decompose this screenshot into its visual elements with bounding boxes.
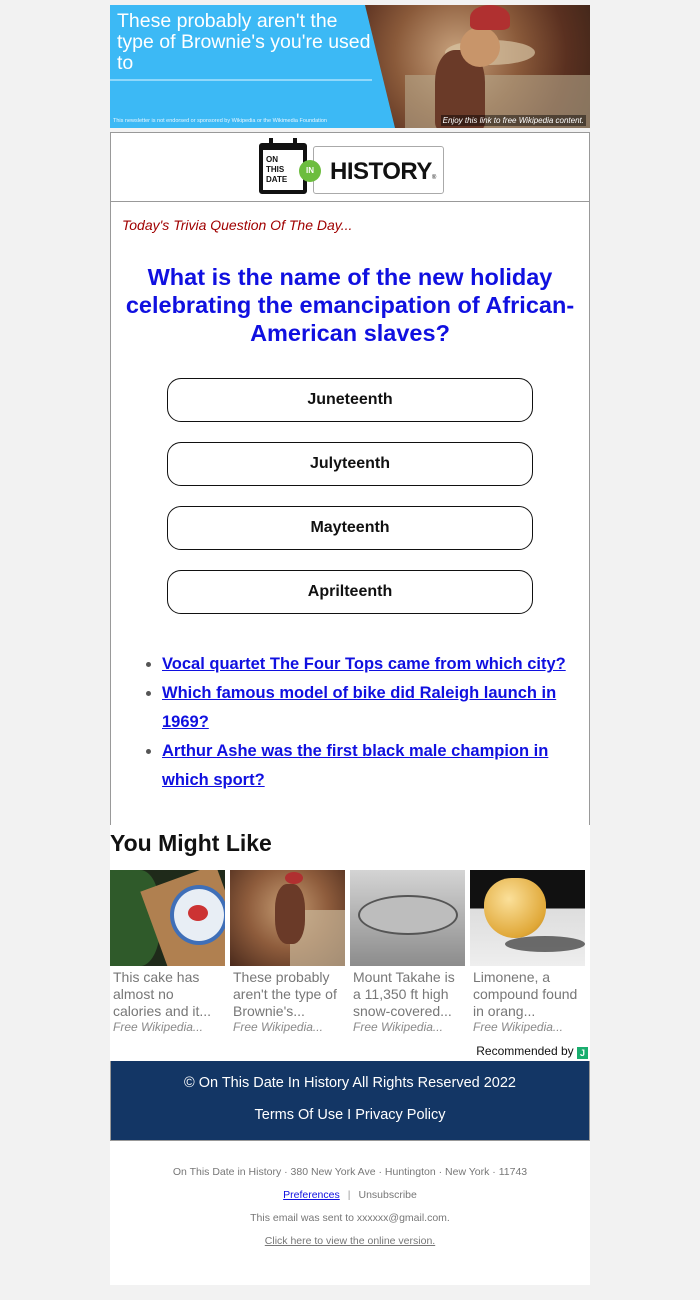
question-link[interactable]: Vocal quartet The Four Tops came from wh…	[162, 655, 566, 673]
banner-divider	[110, 79, 372, 81]
banner-link[interactable]: Enjoy this link to free Wikipedia conten…	[440, 115, 586, 126]
recommendation-tile[interactable]: These probably aren't the type of Browni…	[230, 870, 345, 1035]
postal-address: On This Date in History · 380 New York A…	[172, 1166, 528, 1178]
logo-header: ON THIS DATE HISTORY® IN	[111, 133, 589, 202]
newsletter: These probably aren't the type of Browni…	[110, 5, 590, 1285]
banner-disclaimer: This newsletter is not endorsed or spons…	[113, 118, 327, 124]
legal-links: Terms Of Use I Privacy Policy	[111, 1107, 589, 1123]
online-version-link[interactable]: Click here to view the online version.	[265, 1235, 435, 1247]
answer-button-juneteenth[interactable]: Juneteenth	[167, 378, 533, 422]
answer-button-mayteenth[interactable]: Mayteenth	[167, 506, 533, 550]
recommendation-source: Free Wikipedia...	[473, 1020, 563, 1034]
recommendation-caption[interactable]: This cake has almost no calories and it.…	[110, 969, 225, 1020]
recommendation-image[interactable]	[350, 870, 465, 966]
footer-light: On This Date in History · 380 New York A…	[110, 1141, 590, 1285]
recommendation-tile[interactable]: Limonene, a compound found in orang... F…	[470, 870, 585, 1035]
recommendation-image[interactable]	[230, 870, 345, 966]
recommendation-caption[interactable]: These probably aren't the type of Browni…	[230, 969, 345, 1020]
footer-dark: © On This Date In History All Rights Res…	[110, 1061, 590, 1141]
terms-link[interactable]: Terms Of Use	[255, 1107, 344, 1123]
recommendations: You Might Like This cake has almost no c…	[110, 825, 590, 1061]
list-item: Which famous model of bike did Raleigh l…	[162, 679, 578, 737]
recommendations-title: You Might Like	[110, 830, 272, 856]
recommendation-source: Free Wikipedia...	[233, 1020, 323, 1034]
list-item: Arthur Ashe was the first black male cha…	[162, 737, 578, 795]
banner-image[interactable]	[365, 5, 590, 128]
answer-button-aprilteenth[interactable]: Aprilteenth	[167, 570, 533, 614]
recommendation-source: Free Wikipedia...	[353, 1020, 443, 1034]
trivia-card: ON THIS DATE HISTORY® IN Today's Trivia …	[110, 132, 590, 825]
list-item: Vocal quartet The Four Tops came from wh…	[162, 650, 578, 679]
recommendation-caption[interactable]: Mount Takahe is a 11,350 ft high snow-co…	[350, 969, 465, 1020]
logo-in-badge: IN	[299, 160, 321, 182]
recommended-by[interactable]: Recommended by J	[110, 1044, 590, 1061]
logo-calendar-text: ON THIS DATE	[266, 155, 288, 184]
more-questions-list: Vocal quartet The Four Tops came from wh…	[122, 650, 578, 795]
trivia-question: What is the name of the new holiday cele…	[125, 264, 575, 346]
recommended-by-label: Recommended by	[476, 1044, 574, 1058]
answer-button-julyteenth[interactable]: Julyteenth	[167, 442, 533, 486]
link-separator: |	[347, 1189, 351, 1201]
recommendation-image[interactable]	[110, 870, 225, 966]
logo-history-box: HISTORY®	[313, 146, 444, 194]
recommendation-image[interactable]	[470, 870, 585, 966]
provider-logo-icon: J	[577, 1047, 588, 1059]
sent-to-text: This email was sent to xxxxxx@gmail.com.	[250, 1212, 450, 1224]
recommendation-caption[interactable]: Limonene, a compound found in orang...	[470, 969, 585, 1020]
preferences-link[interactable]: Preferences	[283, 1189, 340, 1201]
question-link[interactable]: Arthur Ashe was the first black male cha…	[162, 742, 548, 789]
banner-ad[interactable]: These probably aren't the type of Browni…	[110, 5, 590, 128]
trivia-label: Today's Trivia Question Of The Day...	[122, 217, 353, 233]
logo-history-text: HISTORY®	[330, 158, 436, 185]
unsubscribe-link[interactable]: Unsubscribe	[358, 1189, 416, 1201]
answer-options: Juneteenth Julyteenth Mayteenth Apriltee…	[122, 378, 578, 614]
question-link[interactable]: Which famous model of bike did Raleigh l…	[162, 684, 556, 731]
recommendation-source: Free Wikipedia...	[113, 1020, 203, 1034]
legal-separator: I	[347, 1107, 352, 1123]
privacy-link[interactable]: Privacy Policy	[355, 1107, 445, 1123]
banner-title: These probably aren't the type of Browni…	[117, 10, 371, 74]
recommendation-tile[interactable]: Mount Takahe is a 11,350 ft high snow-co…	[350, 870, 465, 1035]
copyright-text: © On This Date In History All Rights Res…	[184, 1075, 516, 1091]
recommendation-tile[interactable]: This cake has almost no calories and it.…	[110, 870, 225, 1035]
